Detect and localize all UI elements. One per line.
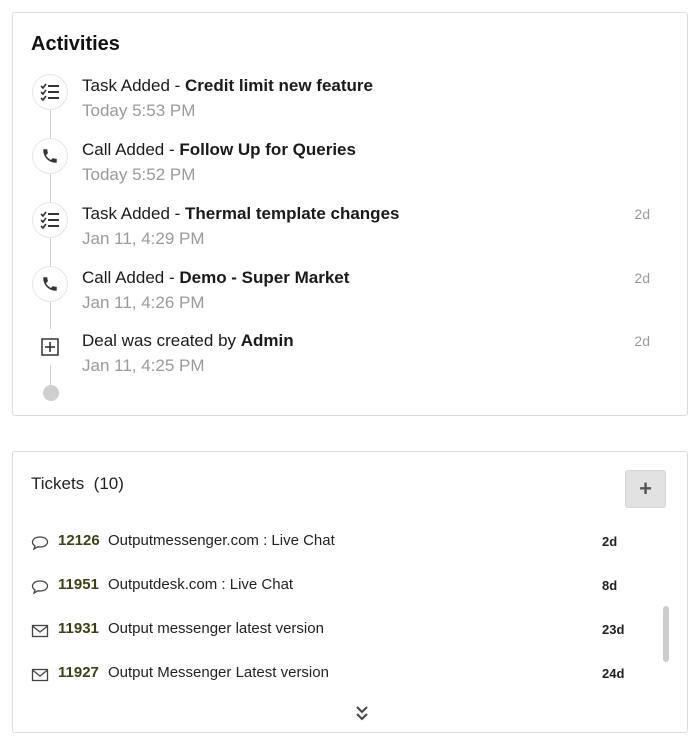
double-chevron-down-icon[interactable] bbox=[354, 704, 370, 722]
activity-action: Call Added - bbox=[82, 140, 180, 159]
plus-box-icon bbox=[32, 329, 68, 365]
activity-subject[interactable]: Admin bbox=[241, 331, 294, 350]
activity-time: Today 5:53 PM bbox=[82, 101, 196, 120]
activity-age: 2d bbox=[634, 333, 650, 349]
ticket-row[interactable]: 12126 Outputmessenger.com : Live Chat 2d bbox=[13, 530, 653, 558]
envelope-icon bbox=[31, 624, 49, 638]
ticket-age: 2d bbox=[602, 534, 618, 549]
ticket-age: 23d bbox=[602, 622, 625, 637]
activity-item: Deal was created by Admin Jan 11, 4:25 P… bbox=[13, 329, 687, 385]
activity-time: Today 5:52 PM bbox=[82, 165, 196, 184]
tickets-count: (10) bbox=[93, 474, 124, 493]
ticket-subject[interactable]: Output Messenger Latest version bbox=[108, 664, 329, 681]
tickets-title-label: Tickets bbox=[31, 474, 85, 493]
ticket-id[interactable]: 12126 bbox=[58, 532, 100, 549]
activity-action: Task Added - bbox=[82, 204, 186, 223]
activity-subject[interactable]: Demo - Super Market bbox=[179, 268, 349, 287]
phone-icon bbox=[32, 266, 68, 302]
activity-item: Task Added - Thermal template changes Ja… bbox=[13, 202, 687, 258]
task-list-icon bbox=[32, 74, 68, 110]
ticket-id[interactable]: 11931 bbox=[58, 620, 99, 637]
tickets-panel: Tickets (10) + 12126 Outputmessenger.com… bbox=[12, 451, 688, 733]
ticket-row[interactable]: 11931 Output messenger latest version 23… bbox=[13, 618, 653, 646]
plus-icon: + bbox=[639, 476, 652, 501]
ticket-subject[interactable]: Outputdesk.com : Live Chat bbox=[108, 576, 293, 593]
tickets-scrollbar[interactable] bbox=[663, 606, 669, 662]
envelope-icon bbox=[31, 668, 49, 682]
activity-subject[interactable]: Thermal template changes bbox=[185, 204, 399, 223]
activity-age: 2d bbox=[634, 270, 650, 286]
chat-bubble-icon bbox=[31, 536, 49, 551]
ticket-id[interactable]: 11951 bbox=[58, 576, 99, 593]
activity-title: Call Added - Demo - Super Market bbox=[82, 268, 349, 288]
activity-title: Call Added - Follow Up for Queries bbox=[82, 140, 356, 160]
activity-time: Jan 11, 4:25 PM bbox=[82, 356, 205, 375]
activity-subject[interactable]: Credit limit new feature bbox=[185, 76, 373, 95]
activity-title: Deal was created by Admin bbox=[82, 331, 294, 351]
activities-panel: Activities Task Added - Credit limit new… bbox=[12, 12, 688, 416]
activity-action: Task Added - bbox=[82, 76, 186, 95]
ticket-row[interactable]: 11927 Output Messenger Latest version 24… bbox=[13, 662, 653, 690]
task-list-icon bbox=[32, 202, 68, 238]
chat-bubble-icon bbox=[31, 580, 49, 595]
activity-item: Call Added - Demo - Super Market Jan 11,… bbox=[13, 266, 687, 322]
ticket-id[interactable]: 11927 bbox=[58, 664, 99, 681]
timeline-end-dot bbox=[43, 385, 59, 401]
ticket-row[interactable]: 11951 Outputdesk.com : Live Chat 8d bbox=[13, 574, 653, 602]
activities-title: Activities bbox=[31, 33, 120, 55]
phone-icon bbox=[32, 138, 68, 174]
ticket-subject[interactable]: Output messenger latest version bbox=[108, 620, 324, 637]
ticket-age: 24d bbox=[602, 666, 625, 681]
activity-age: 2d bbox=[634, 206, 650, 222]
tickets-title: Tickets (10) bbox=[31, 474, 124, 494]
activity-title: Task Added - Credit limit new feature bbox=[82, 76, 373, 96]
activity-title: Task Added - Thermal template changes bbox=[82, 204, 399, 224]
activity-item: Call Added - Follow Up for Queries Today… bbox=[13, 138, 687, 194]
activity-action: Deal was created by bbox=[82, 331, 241, 350]
ticket-age: 8d bbox=[602, 578, 618, 593]
activity-time: Jan 11, 4:29 PM bbox=[82, 229, 205, 248]
ticket-subject[interactable]: Outputmessenger.com : Live Chat bbox=[108, 532, 335, 549]
activity-item: Task Added - Credit limit new feature To… bbox=[13, 74, 687, 130]
activity-action: Call Added - bbox=[82, 268, 180, 287]
activity-time: Jan 11, 4:26 PM bbox=[82, 293, 205, 312]
activity-subject[interactable]: Follow Up for Queries bbox=[179, 140, 356, 159]
add-ticket-button[interactable]: + bbox=[625, 470, 666, 508]
